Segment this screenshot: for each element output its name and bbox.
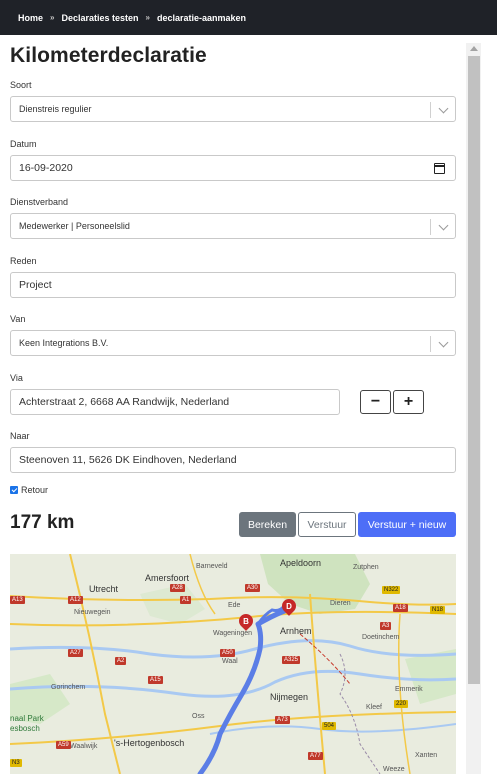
route-map[interactable]: Amersfoort Barneveld Apeldoorn Zutphen U… — [10, 554, 456, 774]
chevron-down-icon — [438, 337, 449, 348]
datum-field[interactable]: 16-09-2020 — [10, 155, 456, 181]
map-place-ede: Ede — [228, 602, 241, 609]
via-label: Via — [10, 373, 23, 383]
map-label-park: naal Park — [10, 714, 44, 723]
distance-value: 177 km — [10, 512, 75, 533]
page-title: Kilometerdeclaratie — [10, 44, 207, 67]
scroll-up-arrow-icon[interactable] — [470, 46, 478, 51]
marker-b-label: B — [243, 616, 249, 626]
scrollbar-thumb[interactable] — [468, 56, 480, 684]
road-a73: A73 — [275, 716, 290, 724]
dienstverband-value: Medewerker | Personeelslid — [19, 221, 130, 231]
van-value: Keen Integrations B.V. — [19, 338, 109, 348]
map-place-amersfoort: Amersfoort — [145, 573, 190, 583]
send-button[interactable]: Verstuur — [298, 512, 356, 537]
map-place-weeze: Weeze — [383, 766, 405, 773]
breadcrumb-separator: » — [50, 13, 55, 22]
breadcrumb: Home » Declaraties testen » declaratie-a… — [0, 0, 497, 35]
via-value: Achterstraat 2, 6668 AA Randwijk, Nederl… — [19, 396, 230, 408]
map-place-s-hertogenbosch: 's-Hertogenbosch — [114, 738, 185, 748]
chevron-down-icon — [438, 220, 449, 231]
soort-select[interactable]: Dienstreis regulier — [10, 96, 456, 122]
calculate-button[interactable]: Bereken — [239, 512, 296, 537]
road-a15: A15 — [148, 676, 163, 684]
retour-row[interactable]: Retour — [10, 485, 48, 495]
road-a59: A59 — [56, 741, 71, 749]
road-n18: N18 — [430, 606, 446, 614]
road-a77: A77 — [308, 752, 323, 760]
map-marker-d[interactable]: D — [279, 596, 299, 616]
soort-value: Dienstreis regulier — [19, 104, 92, 114]
road-n3: N3 — [10, 759, 22, 767]
road-a2: A2 — [115, 657, 127, 665]
road-a3: A3 — [380, 622, 392, 630]
van-label: Van — [10, 314, 26, 324]
road-a30: A30 — [245, 584, 260, 592]
datum-label: Datum — [10, 139, 37, 149]
road-a12: A12 — [68, 596, 83, 604]
select-divider — [430, 102, 431, 118]
naar-field[interactable]: Steenoven 11, 5626 DK Eindhoven, Nederla… — [10, 447, 456, 473]
road-a50: A50 — [220, 649, 235, 657]
breadcrumb-home[interactable]: Home — [18, 13, 43, 23]
naar-label: Naar — [10, 431, 30, 441]
map-place-zutphen: Zutphen — [353, 564, 379, 571]
map-place-nieuwegein: Nieuwegein — [74, 609, 111, 616]
map-place-gorinchem: Gorinchem — [51, 684, 86, 691]
naar-value: Steenoven 11, 5626 DK Eindhoven, Nederla… — [19, 454, 237, 466]
map-place-apeldoorn: Apeldoorn — [280, 558, 322, 568]
soort-label: Soort — [10, 80, 32, 90]
marker-d-label: D — [286, 601, 292, 611]
map-place-xanten: Xanten — [415, 752, 438, 759]
reden-label: Reden — [10, 256, 37, 266]
chevron-down-icon — [438, 103, 449, 114]
road-a28: A28 — [170, 584, 185, 592]
calendar-icon[interactable] — [434, 163, 445, 174]
remove-via-button[interactable]: − — [360, 390, 391, 414]
dienstverband-select[interactable]: Medewerker | Personeelslid — [10, 213, 456, 239]
van-select[interactable]: Keen Integrations B.V. — [10, 330, 456, 356]
dienstverband-label: Dienstverband — [10, 197, 69, 207]
road-n322: N322 — [382, 586, 401, 594]
map-place-wageningen: Wageningen — [213, 630, 253, 637]
map-place-kleef: Kleef — [366, 704, 382, 711]
breadcrumb-separator: » — [145, 13, 150, 22]
reden-field[interactable]: Project — [10, 272, 456, 298]
map-place-doetinchem: Doetinchem — [362, 634, 400, 641]
road-220: 220 — [394, 700, 409, 708]
map-place-utrecht: Utrecht — [89, 584, 119, 594]
select-divider — [430, 336, 431, 352]
breadcrumb-current: declaratie-aanmaken — [156, 12, 247, 23]
datum-value: 16-09-2020 — [19, 162, 73, 174]
map-place-emmerik: Emmerik — [395, 686, 423, 693]
road-a27: A27 — [68, 649, 83, 657]
map-place-arnhem: Arnhem — [280, 626, 312, 636]
map-place-oss: Oss — [192, 713, 205, 720]
road-504: 504 — [322, 722, 337, 730]
road-a325: A325 — [282, 656, 301, 664]
road-a13: A13 — [10, 596, 25, 604]
add-via-button[interactable]: + — [393, 390, 424, 414]
send-new-button[interactable]: Verstuur + nieuw — [358, 512, 456, 537]
select-divider — [430, 219, 431, 235]
via-field[interactable]: Achterstraat 2, 6668 AA Randwijk, Nederl… — [10, 389, 340, 415]
map-place-dieren: Dieren — [330, 600, 351, 607]
map-marker-b[interactable]: B — [236, 611, 256, 631]
road-a1: A1 — [180, 596, 192, 604]
retour-checkbox[interactable] — [10, 486, 18, 494]
map-place-barneveld: Barneveld — [196, 563, 228, 570]
map-place-waal: Waal — [222, 658, 238, 665]
map-label-esbosch: esbosch — [10, 724, 40, 733]
retour-label: Retour — [21, 485, 49, 495]
road-a18: A18 — [393, 604, 408, 612]
map-place-nijmegen: Nijmegen — [270, 692, 309, 702]
reden-value: Project — [19, 279, 52, 291]
breadcrumb-declaraties[interactable]: Declaraties testen — [61, 13, 138, 23]
map-place-waalwijk: Waalwijk — [70, 743, 98, 750]
